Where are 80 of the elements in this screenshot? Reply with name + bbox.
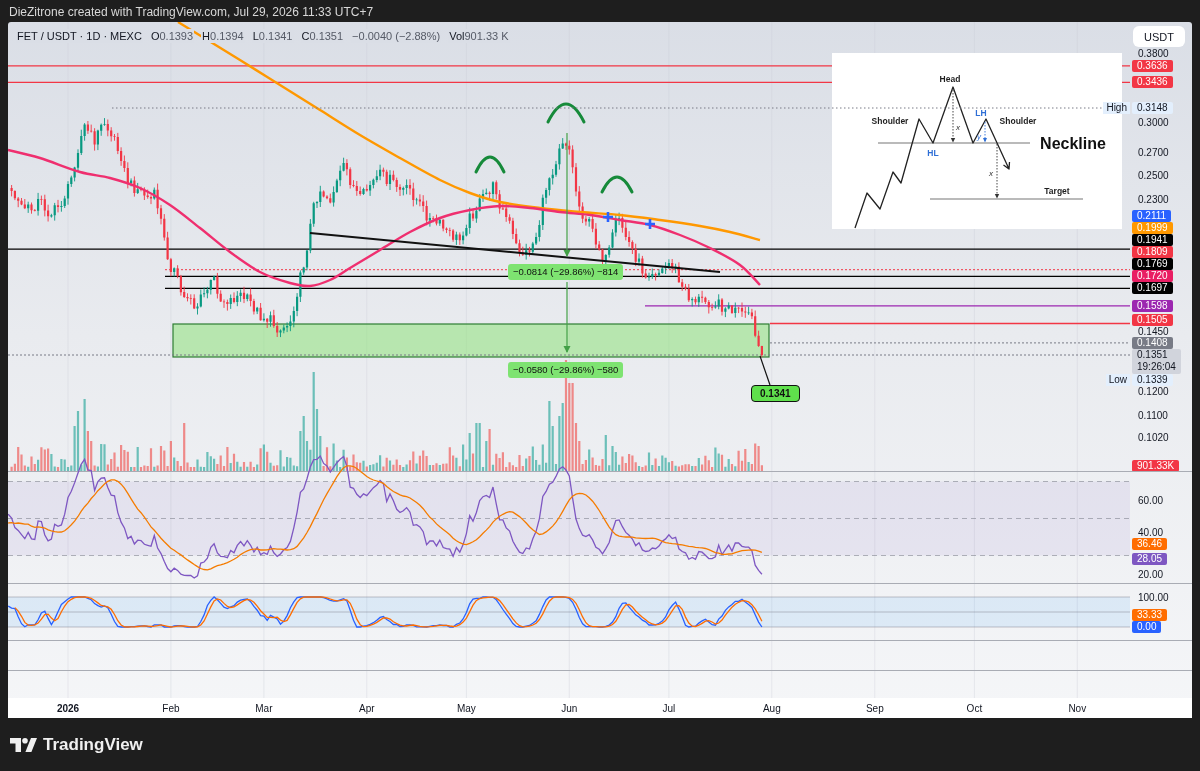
indicator-axis-label: 100.00 [1138, 591, 1169, 603]
target-arrow [994, 143, 1000, 199]
time-axis-label: Aug [762, 703, 781, 714]
brand-name: TradingView [43, 734, 143, 755]
price-axis-label: 0.2300 [1138, 194, 1169, 206]
time-axis-label: Apr [359, 703, 375, 714]
price-axis-label: 0.3800 [1138, 47, 1169, 59]
currency-button[interactable]: USDT [1133, 26, 1185, 47]
height-arrow [950, 89, 956, 143]
time-axis-label: Sep [865, 703, 884, 714]
plus-icon [643, 217, 657, 231]
price-axis-label: 0.1020 [1138, 431, 1169, 443]
price-tag: 0.3636 [1132, 59, 1173, 72]
price-tag: 0.1999 [1132, 222, 1173, 235]
price-axis-label: 0.2500 [1138, 169, 1169, 181]
price-tag: 0.2111 [1132, 210, 1172, 223]
height-arrow [983, 121, 987, 143]
volume-tag: 901.33K [1132, 460, 1180, 472]
indicator-axis-label: 60.00 [1138, 494, 1164, 506]
head-label: Head [939, 74, 961, 84]
caption-text: DieZitrone created with TradingView.com, Jul 29, 2026 11:33 UTC+7 [9, 4, 374, 21]
price-tag: 0.1505 [1132, 313, 1173, 326]
volume-value: Vol901.33 K [448, 29, 510, 43]
time-axis-label: Nov [1068, 703, 1087, 714]
lower-high-label: LH [975, 108, 987, 118]
indicator-value-tag: 36.46 [1132, 537, 1168, 550]
price-tag: 0.1720 [1132, 270, 1173, 283]
arc-marker [600, 175, 634, 194]
ohlc-value: H0.1394 [201, 29, 245, 43]
price-axis-label: 0.1450 [1138, 325, 1169, 337]
time-axis-label: Mar [255, 703, 273, 714]
neckline-label: Neckline [1040, 135, 1106, 152]
extreme-price-tag: 0.3148 [1132, 102, 1173, 114]
price-axis-label: 0.3000 [1138, 116, 1169, 128]
time-axis-label: Jun [561, 703, 578, 714]
indicator-axis-label: 40.00 [1138, 526, 1164, 538]
distance-label: x [989, 169, 993, 178]
ohlc-value: L0.1341 [251, 29, 294, 43]
shoulder-label: Shoulder [871, 116, 909, 126]
extreme-label: High [1103, 102, 1130, 114]
ohlc-value: C0.1351 [300, 29, 345, 43]
arc-marker [546, 102, 586, 124]
logo-icon [10, 737, 37, 752]
time-axis-label: Oct [966, 703, 983, 714]
indicator-axis-label: 20.00 [1138, 568, 1164, 580]
symbol-title: FET / USDT · 1D · MEXC [16, 29, 143, 43]
price-tag: 0.1697 [1132, 282, 1173, 295]
distance-label: x [956, 123, 960, 132]
time-axis-label: 2026 [56, 703, 80, 714]
last-price-value: 0.1351 [1137, 349, 1169, 361]
ohlc-value: O0.1393 [149, 29, 195, 43]
measure-arrow [563, 281, 571, 353]
measure-label: −0.0580 (−29.86%) −580 [508, 362, 624, 378]
indicator-value-tag: 33.33 [1132, 609, 1168, 621]
price-callout: 0.1341 [751, 385, 800, 402]
arc-marker [474, 155, 506, 174]
price-tag: 0.1809 [1132, 246, 1173, 259]
shoulder-label: Shoulder [999, 116, 1037, 126]
time-axis-label: May [456, 703, 476, 714]
indicator-value-tag: 28.05 [1132, 553, 1168, 566]
price-axis-label: 0.1200 [1138, 386, 1169, 397]
time-axis-label: Jul [662, 703, 676, 714]
price-tag: 0.1408 [1132, 336, 1173, 349]
price-axis-label: 0.1100 [1138, 409, 1168, 421]
price-tag: 0.1941 [1132, 234, 1173, 247]
price-change: −0.0040 (−2.88%) [351, 29, 442, 43]
price-axis-label: 0.2700 [1138, 147, 1169, 159]
price-tag: 0.3436 [1132, 76, 1173, 89]
extreme-price-tag: 0.1339 [1132, 374, 1173, 386]
target-label: Target [1044, 186, 1070, 196]
plus-icon [601, 210, 615, 224]
time-axis-label: Feb [162, 703, 180, 714]
distance-label: y [977, 132, 981, 141]
measure-label: −0.0814 (−29.86%) −814 [508, 264, 624, 280]
indicator-value-tag: 0.00 [1132, 621, 1162, 633]
price-tag: 0.1598 [1132, 299, 1173, 312]
countdown-timer: 19:26:04 [1137, 361, 1176, 373]
extreme-label: Low [1105, 374, 1130, 386]
higher-low-label: HL [927, 148, 939, 158]
price-tag: 0.1769 [1132, 258, 1173, 271]
